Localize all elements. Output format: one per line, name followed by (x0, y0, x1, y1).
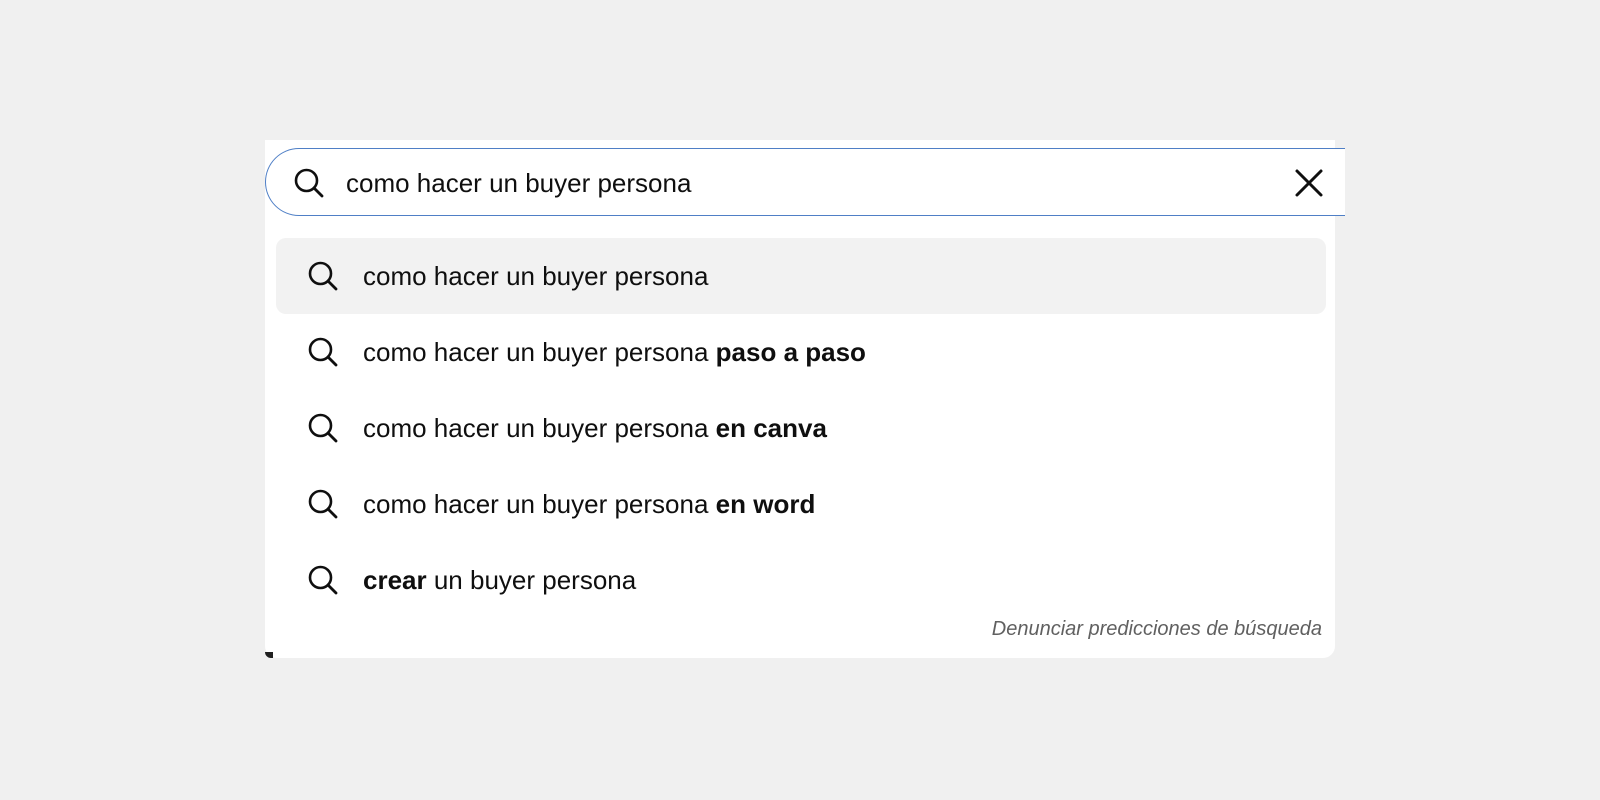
search-icon (292, 166, 326, 200)
suggestion-label: crear un buyer persona (363, 565, 637, 595)
report-predictions-link[interactable]: Denunciar predicciones de búsqueda (992, 618, 1322, 641)
search-input[interactable]: como hacer un buyer persona (265, 148, 1345, 216)
suggestion-item[interactable]: como hacer un buyer persona en word (276, 466, 1326, 542)
search-icon (306, 259, 340, 293)
suggestion-item[interactable]: como hacer un buyer persona (276, 238, 1326, 314)
suggestion-label: como hacer un buyer persona en canva (363, 413, 827, 443)
suggestion-item[interactable]: como hacer un buyer persona paso a paso (276, 314, 1326, 390)
search-icon (306, 335, 340, 369)
suggestion-item[interactable]: crear un buyer persona (276, 542, 1326, 618)
search-icon (306, 487, 340, 521)
suggestion-completion: crear (363, 565, 427, 595)
suggestion-item[interactable]: como hacer un buyer persona en canva (276, 390, 1326, 466)
suggestion-list: como hacer un buyer persona como hacer u… (276, 238, 1326, 618)
close-icon (1292, 169, 1326, 204)
search-icon (306, 411, 340, 445)
clear-search-button[interactable] (1292, 166, 1326, 200)
panel-corner (265, 652, 273, 658)
suggestion-completion: paso a paso (715, 337, 866, 367)
search-query-text[interactable]: como hacer un buyer persona (346, 149, 691, 217)
suggestion-completion: en canva (715, 413, 827, 443)
suggestion-label: como hacer un buyer persona en word (363, 489, 816, 519)
suggestion-completion: en word (715, 489, 816, 519)
search-icon (306, 563, 340, 597)
suggestion-label: como hacer un buyer persona (363, 261, 709, 291)
suggestion-label: como hacer un buyer persona paso a paso (363, 337, 866, 367)
